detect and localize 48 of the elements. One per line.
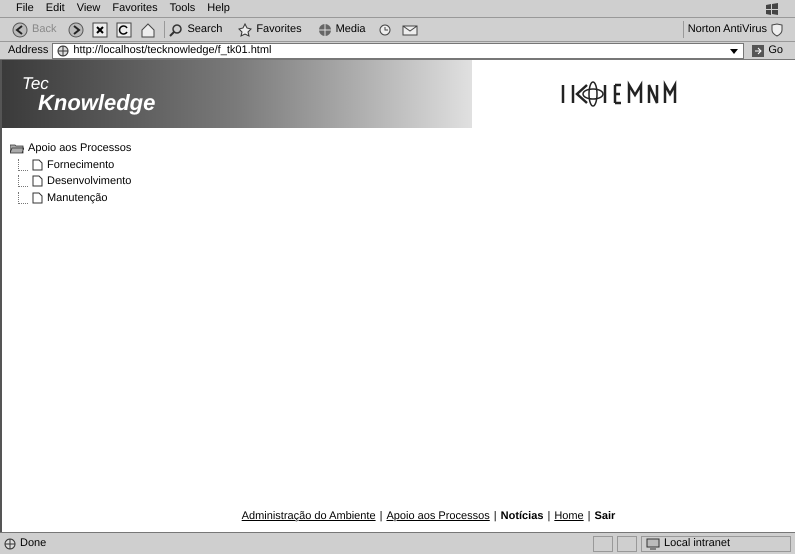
mail-icon[interactable] <box>402 22 418 36</box>
tree-item[interactable]: Desenvolvimento <box>47 173 132 190</box>
banner-title: Knowledge <box>37 92 156 114</box>
windows-flag-icon <box>765 2 779 16</box>
page-icon <box>57 44 70 56</box>
shield-icon <box>771 22 783 36</box>
intranet-icon <box>646 538 660 550</box>
search-button[interactable]: Search <box>164 21 226 38</box>
status-pane <box>593 536 613 552</box>
favorites-button[interactable]: Favorites <box>234 21 306 38</box>
stop-icon[interactable] <box>92 22 108 38</box>
page-status-icon <box>4 538 16 550</box>
menu-item[interactable]: File <box>16 0 34 17</box>
menu-item[interactable]: Tools <box>170 0 196 17</box>
document-icon <box>32 158 43 171</box>
go-arrow-icon <box>752 44 764 56</box>
footer-link[interactable]: Apoio aos Processos <box>386 508 490 524</box>
document-icon <box>32 175 43 188</box>
globe-icon <box>318 22 332 36</box>
refresh-icon[interactable] <box>116 22 132 38</box>
tree-item[interactable]: Apoio aos Processos <box>28 140 132 156</box>
tree-item[interactable]: Manutenção <box>47 190 108 206</box>
go-button[interactable]: Go <box>748 42 787 59</box>
media-button[interactable]: Media <box>314 21 370 38</box>
zone-text: Local intranet <box>664 536 730 552</box>
footer-link[interactable]: Sair <box>594 508 616 524</box>
status-text: Done <box>20 536 46 552</box>
link-separator: | <box>547 508 550 524</box>
link-separator: | <box>588 508 591 524</box>
menu-item[interactable]: Edit <box>46 0 65 17</box>
banner-title-top: Tec <box>22 74 50 92</box>
menu-item[interactable]: Help <box>207 0 230 17</box>
norton-antivirus-button[interactable]: Norton AntiVirus <box>682 21 787 38</box>
menu-item[interactable]: Favorites <box>112 0 158 17</box>
home-icon[interactable] <box>140 22 156 38</box>
link-separator: | <box>380 508 382 524</box>
address-label: Address <box>8 43 48 58</box>
document-icon <box>32 192 43 204</box>
footer-link[interactable]: Administração do Ambiente <box>242 508 376 524</box>
tree-item[interactable]: Fornecimento <box>47 156 114 173</box>
address-field[interactable]: http://localhost/tecknowledge/f_tk01.html <box>52 42 744 58</box>
search-icon <box>169 22 184 36</box>
star-icon <box>238 22 252 36</box>
footer-link[interactable]: Home <box>554 508 584 524</box>
menu-item[interactable]: View <box>76 0 100 17</box>
footer-link[interactable]: Notícias <box>500 508 544 524</box>
link-separator: | <box>494 508 497 524</box>
status-pane <box>617 536 637 552</box>
